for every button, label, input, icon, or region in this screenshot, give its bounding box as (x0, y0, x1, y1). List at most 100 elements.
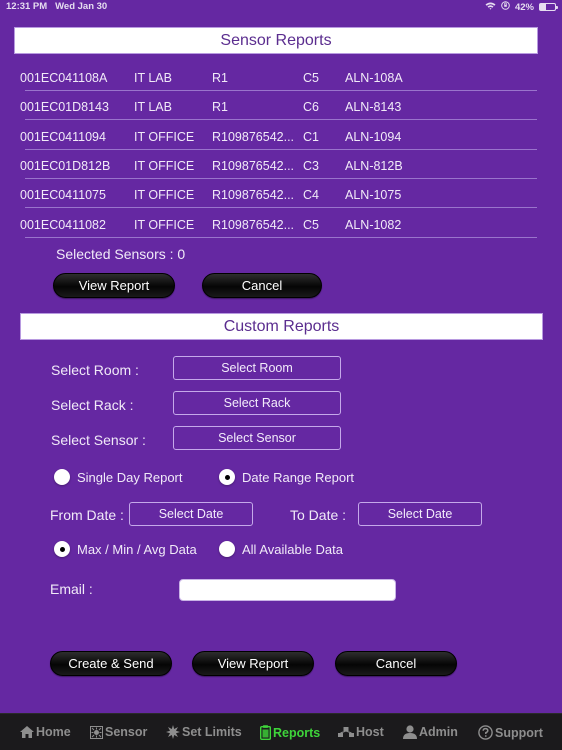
tab-host[interactable]: Host (338, 725, 384, 739)
room-name-cell: IT OFFICE (134, 129, 195, 144)
select-sensor-label: Select Sensor : (51, 432, 146, 448)
select-room-label: Select Room : (51, 362, 139, 378)
all-available-radio[interactable] (219, 541, 235, 557)
sensor-id-cell: 001EC01D8143 (20, 100, 109, 115)
rack-name-cell: R1 (212, 100, 228, 115)
support-icon (478, 725, 493, 740)
set-limits-icon (166, 725, 180, 739)
position-cell: C4 (303, 188, 319, 203)
radio-dot (224, 474, 230, 480)
battery-percent: 42% (514, 1, 534, 13)
rack-name-cell: R109876542... (212, 217, 295, 232)
from-date-button[interactable]: Select Date (129, 502, 253, 526)
custom-cancel-button[interactable]: Cancel (335, 651, 457, 676)
status-bar-indicators: 42% (485, 1, 558, 13)
room-name-cell: IT LAB (134, 71, 172, 85)
home-icon (20, 726, 34, 738)
tab-admin-label: Admin (419, 725, 458, 739)
max-min-avg-option[interactable]: Max / Min / Avg Data (54, 541, 197, 557)
sensor-name-cell: ALN-1075 (345, 188, 402, 203)
sensor-name-cell: ALN-1094 (345, 129, 402, 144)
tab-set-limits-label: Set Limits (182, 725, 242, 739)
tab-sensor-label: Sensor (105, 725, 148, 739)
status-date: Wed Jan 30 (55, 1, 108, 12)
date-range-report-option[interactable]: Date Range Report (219, 469, 354, 485)
host-icon (338, 727, 354, 737)
custom-view-report-button[interactable]: View Report (192, 651, 314, 676)
position-cell: C3 (303, 158, 319, 173)
tab-reports[interactable]: Reports (260, 725, 320, 740)
max-min-avg-label: Max / Min / Avg Data (77, 541, 197, 557)
sensor-table-row[interactable]: 001EC0411082 IT OFFICE R109876542... C5 ALN-… (0, 209, 540, 238)
sensor-reports-title: Sensor Reports (220, 31, 332, 49)
sensor-id-cell: 001EC0411082 (20, 217, 106, 232)
sensor-name-cell: ALN-1082 (345, 217, 402, 232)
create-and-send-button[interactable]: Create & Send (50, 651, 172, 676)
sensor-id-cell: 001EC041108A (20, 71, 108, 85)
rack-name-cell: R109876542... (212, 158, 295, 173)
single-day-report-option[interactable]: Single Day Report (54, 469, 183, 485)
all-available-label: All Available Data (242, 541, 343, 557)
single-day-radio[interactable] (54, 469, 70, 485)
room-name-cell: IT LAB (134, 100, 172, 115)
sensor-table-row[interactable]: 001EC01D812B IT OFFICE R109876542... C3 ALN-… (0, 150, 540, 179)
select-sensor-button[interactable]: Select Sensor (173, 426, 341, 450)
email-input[interactable] (179, 579, 396, 601)
admin-icon (403, 725, 417, 739)
sensor-id-cell: 001EC0411075 (20, 188, 106, 203)
from-date-label: From Date : (50, 507, 124, 523)
sensor-reports-header: Sensor Reports (14, 27, 538, 54)
custom-reports-header: Custom Reports (20, 313, 543, 340)
single-day-label: Single Day Report (77, 469, 183, 485)
row-divider (25, 236, 537, 238)
position-cell: C1 (303, 129, 319, 144)
all-available-data-option[interactable]: All Available Data (219, 541, 343, 557)
room-name-cell: IT OFFICE (134, 158, 195, 173)
position-cell: C6 (303, 100, 319, 115)
email-label: Email : (50, 581, 93, 597)
rack-name-cell: R1 (212, 71, 228, 85)
sensor-name-cell: ALN-8143 (345, 100, 402, 115)
room-name-cell: IT OFFICE (134, 188, 195, 203)
radio-dot (59, 546, 65, 552)
select-room-button[interactable]: Select Room (173, 356, 341, 380)
date-range-radio[interactable] (219, 469, 235, 485)
custom-reports-title: Custom Reports (223, 317, 340, 335)
tab-sensor[interactable]: Sensor (90, 725, 147, 739)
battery-icon (539, 3, 558, 11)
sensor-table-row[interactable]: 001EC041108A IT LAB R1 C5 ALN-108A (0, 62, 540, 91)
position-cell: C5 (303, 217, 319, 232)
sensor-table-row[interactable]: 001EC0411075 IT OFFICE R109876542... C4 ALN-… (0, 179, 540, 209)
sensor-table-row[interactable]: 001EC01D8143 IT LAB R1 C6 ALN-8143 (0, 91, 540, 121)
tab-reports-label: Reports (273, 725, 321, 740)
tab-host-label: Host (356, 725, 384, 739)
position-cell: C5 (303, 71, 319, 85)
sensor-table-row[interactable]: 001EC0411094 IT OFFICE R109876542... C1 ALN-… (0, 121, 540, 150)
tab-support-label: Support (495, 725, 543, 740)
status-bar-time: 12:31 PM Wed Jan 30 (6, 1, 107, 12)
cancel-button[interactable]: Cancel (202, 273, 322, 298)
select-rack-label: Select Rack : (51, 397, 134, 413)
status-time: 12:31 PM (6, 1, 48, 12)
tab-support[interactable]: Support (478, 725, 543, 740)
sensor-id-cell: 001EC01D812B (20, 158, 111, 173)
wifi-icon (485, 2, 496, 13)
tab-home[interactable]: Home (20, 725, 71, 739)
reports-icon (260, 725, 271, 740)
rack-name-cell: R109876542... (212, 188, 295, 203)
select-rack-button[interactable]: Select Rack (173, 391, 341, 415)
sensor-name-cell: ALN-108A (345, 71, 403, 85)
reports-screen: 12:31 PM Wed Jan 30 42% Sensor Reports 0… (0, 0, 562, 750)
tab-set-limits[interactable]: Set Limits (166, 725, 242, 739)
rack-name-cell: R109876542... (212, 129, 295, 144)
sensor-name-cell: ALN-812B (345, 158, 403, 173)
to-date-button[interactable]: Select Date (358, 502, 482, 526)
sensor-icon (90, 725, 103, 739)
sensor-id-cell: 001EC0411094 (20, 129, 106, 144)
to-date-label: To Date : (290, 507, 347, 523)
max-min-avg-radio[interactable] (54, 541, 70, 557)
tab-home-label: Home (36, 725, 71, 739)
date-range-label: Date Range Report (242, 469, 355, 485)
view-report-button[interactable]: View Report (53, 273, 175, 298)
tab-admin[interactable]: Admin (403, 725, 458, 739)
